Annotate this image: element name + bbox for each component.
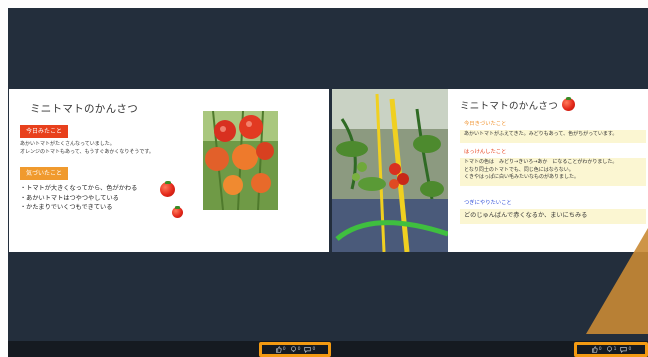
- like-reaction[interactable]: 0: [275, 346, 286, 353]
- lightbulb-icon: [290, 346, 296, 352]
- comment-icon: [620, 347, 628, 353]
- comment-count: 0: [312, 347, 316, 352]
- idea-count: 1: [613, 347, 617, 352]
- idea-reaction[interactable]: 0: [290, 346, 301, 353]
- thumbs-up-icon: [591, 346, 598, 353]
- comment-icon: [304, 347, 312, 353]
- reaction-bar-left: 0 0 0: [259, 342, 331, 357]
- comment-reaction[interactable]: 0: [620, 346, 631, 353]
- comment-count: 0: [628, 347, 632, 352]
- thumbs-up-icon: [275, 346, 282, 353]
- board-canvas: ミニトマトのかんさつ 今日みたこと あかいトマトがたくさんなっていました。 オレ…: [8, 8, 648, 357]
- orange-callout-pointer: [586, 228, 648, 334]
- idea-reaction[interactable]: 1: [606, 346, 617, 353]
- lightbulb-icon: [606, 346, 612, 352]
- like-count: 0: [282, 347, 286, 352]
- like-count: 0: [598, 347, 602, 352]
- like-reaction[interactable]: 0: [591, 346, 602, 353]
- comment-reaction[interactable]: 0: [304, 346, 315, 353]
- reaction-bar-right: 0 1 0: [574, 342, 648, 357]
- idea-count: 0: [297, 347, 301, 352]
